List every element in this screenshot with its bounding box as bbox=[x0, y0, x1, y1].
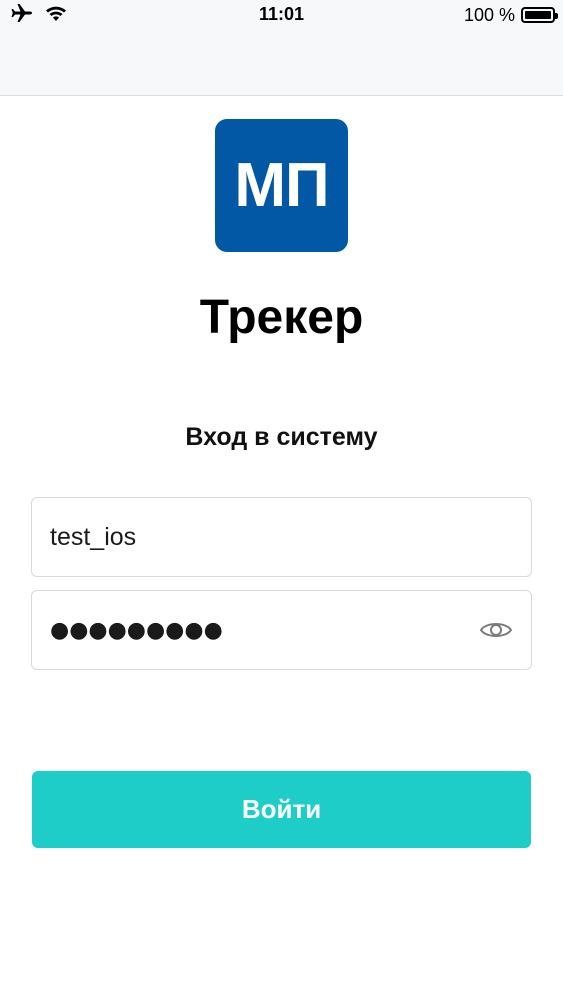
navigation-bar bbox=[0, 30, 563, 96]
show-password-eye-icon[interactable] bbox=[479, 619, 513, 641]
status-right: 100 % bbox=[463, 4, 558, 26]
login-heading: Вход в систему bbox=[185, 423, 378, 451]
password-input[interactable]: ●●●●●●●●● bbox=[50, 618, 479, 643]
battery-icon bbox=[521, 7, 558, 23]
battery-fill bbox=[525, 11, 551, 19]
battery-percent: 100 % bbox=[463, 4, 515, 25]
app-title: Трекер bbox=[199, 291, 364, 344]
logo-text: МП bbox=[234, 150, 329, 220]
login-field[interactable] bbox=[31, 497, 532, 577]
status-bar: 11:01 100 % bbox=[0, 0, 563, 30]
battery-tip bbox=[555, 13, 558, 19]
app-logo: МП bbox=[215, 119, 348, 252]
login-screen: 11:01 100 % МП Трекер Вход в систему ●●●… bbox=[0, 0, 563, 1000]
password-field[interactable]: ●●●●●●●●● bbox=[31, 590, 532, 670]
login-button[interactable]: Войти bbox=[32, 771, 531, 848]
login-input[interactable] bbox=[50, 522, 513, 552]
